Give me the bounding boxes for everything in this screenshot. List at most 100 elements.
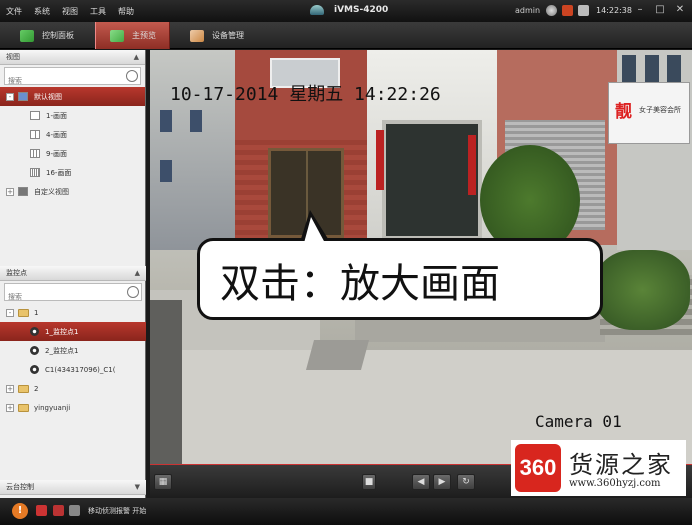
building-right — [617, 50, 692, 250]
refresh-button[interactable]: ↻ — [457, 474, 475, 490]
ptz-panel: 云台控制 ▼ — [0, 480, 146, 495]
sound-icon[interactable] — [69, 505, 80, 516]
tree-item-group-2[interactable]: + 2 — [0, 379, 146, 398]
custom-view-icon — [18, 187, 28, 196]
globe-icon[interactable] — [546, 5, 557, 16]
app-logo-icon — [310, 5, 324, 15]
left-panel: 视图 ▲ - 默认视图 1-画面 4-画面 9-画面 16-画面 — [0, 50, 146, 498]
tree-label: C1(434317096)_C1( — [45, 365, 116, 374]
warning-icon[interactable]: ! — [12, 503, 28, 519]
tree-item-layout-16[interactable]: 16-画面 — [0, 163, 145, 182]
app-title: iVMS-4200 — [334, 5, 389, 15]
menu-view[interactable]: 视图 — [56, 6, 84, 17]
layout-9-icon — [30, 149, 40, 158]
expand-icon[interactable]: + — [6, 187, 14, 196]
tab-label: 控制面板 — [42, 31, 74, 40]
tree-label: 自定义视图 — [34, 187, 69, 196]
tree-item-camera-2[interactable]: 2_监控点1 — [0, 341, 146, 360]
osd-camera-name: Camera 01 — [535, 412, 622, 431]
menu-file[interactable]: 文件 — [0, 6, 28, 17]
tree-item-group-yingyuanji[interactable]: + yingyuanji — [0, 398, 146, 417]
monitor-icon — [18, 92, 28, 101]
user-name[interactable]: admin — [515, 6, 540, 15]
tree-item-camera-1[interactable]: 1_监控点1 — [0, 322, 146, 341]
watermark-logo: 360 — [515, 444, 561, 492]
tree-item-custom-view[interactable]: + 自定义视图 — [0, 182, 145, 201]
view-panel-header[interactable]: 视图 ▲ — [0, 50, 145, 65]
camera-panel: 监控点 ▲ - 1 1_监控点1 2_监控点1 C1(4 — [0, 266, 146, 417]
ptz-panel-header[interactable]: 云台控制 ▼ — [0, 480, 146, 495]
tab-device-management[interactable]: 设备管理 — [190, 22, 244, 49]
menu-help[interactable]: 帮助 — [112, 6, 140, 17]
watermark-title: 货源之家 — [569, 451, 673, 479]
chevron-up-icon[interactable]: ▲ — [135, 266, 140, 281]
view-search-box — [4, 67, 141, 89]
tree-item-layout-9[interactable]: 9-画面 — [0, 144, 145, 163]
watermark: 360 货源之家 www.360hyzj.com — [511, 440, 686, 496]
tree-item-group-1[interactable]: - 1 — [0, 303, 146, 322]
expand-icon[interactable]: + — [6, 384, 14, 393]
collapse-icon[interactable]: - — [6, 308, 14, 317]
search-icon[interactable] — [127, 286, 139, 298]
collapse-icon[interactable]: - — [6, 92, 14, 101]
tab-main-preview[interactable]: 主预览 — [95, 22, 170, 49]
callout-bubble: 双击：放大画面 — [197, 238, 603, 320]
pillar — [150, 300, 182, 464]
shop-sign-text: 女子美容会所 — [639, 106, 681, 114]
layout-4-icon — [30, 130, 40, 139]
camera-icon — [30, 346, 39, 355]
callout-tail-inner — [304, 217, 325, 243]
folder-icon — [18, 308, 29, 317]
shop-sign: 靓 女子美容会所 — [608, 82, 690, 144]
system-clock: 14:22:38 — [596, 6, 632, 15]
chevron-down-icon[interactable]: ▼ — [135, 480, 140, 495]
shop-front — [382, 120, 482, 240]
tree-label: 1_监控点1 — [45, 327, 79, 336]
osd-timestamp: 10-17-2014 星期五 14:22:26 — [170, 84, 441, 105]
stop-all-button[interactable]: ■ — [362, 474, 376, 490]
record-icon[interactable] — [53, 505, 64, 516]
alarm-event-icon[interactable] — [36, 505, 47, 516]
video-window[interactable]: 靓 女子美容会所 10-17-2014 星期五 14:22:26 Camera … — [150, 50, 692, 464]
tree-label: 默认视图 — [34, 92, 62, 101]
expand-icon[interactable]: + — [6, 403, 14, 412]
search-icon[interactable] — [126, 70, 138, 82]
callout-text: 双击：放大画面 — [220, 261, 500, 307]
close-icon[interactable]: ✕ — [674, 4, 686, 16]
menu-tools[interactable]: 工具 — [84, 6, 112, 17]
ptz-panel-title: 云台控制 — [6, 483, 34, 491]
red-banner — [376, 130, 384, 190]
folder-icon — [18, 384, 29, 393]
layout-1-icon — [30, 111, 40, 120]
next-page-button[interactable]: ▶ — [433, 474, 451, 490]
lock-icon[interactable] — [578, 5, 589, 16]
folder-icon — [18, 403, 29, 412]
camera-icon — [30, 365, 39, 374]
control-panel-icon — [20, 29, 34, 42]
alarm-icon[interactable] — [562, 5, 573, 16]
layout-16-icon — [30, 168, 40, 177]
camera-icon — [30, 327, 39, 336]
menu-system[interactable]: 系统 — [28, 6, 56, 17]
view-panel-title: 视图 — [6, 53, 20, 61]
red-banner — [468, 135, 476, 195]
tree-item-default-view[interactable]: - 默认视图 — [0, 87, 145, 106]
maximize-icon[interactable]: □ — [654, 4, 666, 16]
tree-item-layout-4[interactable]: 4-画面 — [0, 125, 145, 144]
tree-item-camera-3[interactable]: C1(434317096)_C1( — [0, 360, 146, 379]
tree-label: yingyuanji — [34, 403, 71, 412]
tree-label: 1-画面 — [46, 111, 67, 120]
previous-page-button[interactable]: ◀ — [412, 474, 430, 490]
layout-grid-button[interactable]: ▦ — [154, 474, 172, 490]
camera-panel-header[interactable]: 监控点 ▲ — [0, 266, 146, 281]
tree-label: 2_监控点1 — [45, 346, 79, 355]
minimize-icon[interactable]: – — [634, 4, 646, 16]
tab-bar: 控制面板 主预览 设备管理 — [0, 22, 692, 49]
bush — [595, 250, 690, 330]
preview-icon — [110, 29, 124, 42]
chevron-up-icon[interactable]: ▲ — [134, 50, 139, 65]
tree-label: 1 — [34, 308, 39, 317]
tab-control-panel[interactable]: 控制面板 — [20, 22, 74, 49]
camera-panel-title: 监控点 — [6, 269, 27, 277]
tree-item-layout-1[interactable]: 1-画面 — [0, 106, 145, 125]
